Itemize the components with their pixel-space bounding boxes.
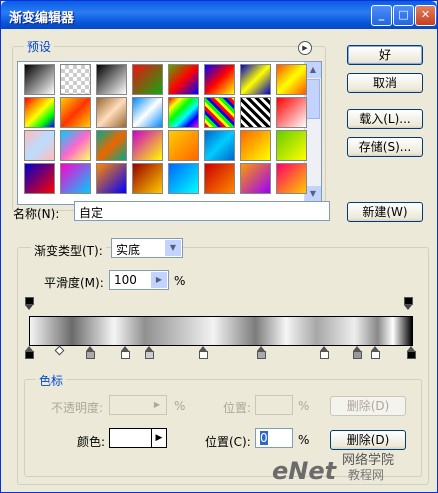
preset-swatch[interactable] [96,130,127,161]
smoothness-value: 100 [114,273,137,287]
cancel-button[interactable]: 取消 [347,73,423,93]
color-stop[interactable] [199,346,208,360]
gradient-preview-bar[interactable] [29,316,413,346]
preset-swatch[interactable] [60,64,91,95]
opacity-location-unit: % [298,399,310,413]
maximize-button[interactable]: □ [393,5,414,26]
scroll-up-icon[interactable]: ▲ [305,62,321,78]
preset-swatch[interactable] [204,64,235,95]
preset-swatch[interactable] [96,163,127,194]
delete-opacity-stop-button: 删除(D) [330,396,406,416]
preset-swatch[interactable] [204,97,235,128]
opacity-unit: % [174,399,186,413]
smoothness-slider-icon[interactable]: ▶ [151,272,167,288]
preset-swatch[interactable] [240,130,271,161]
color-stop[interactable] [407,346,416,360]
preset-swatch[interactable] [60,130,91,161]
preset-swatch[interactable] [96,97,127,128]
scroll-down-icon[interactable]: ▼ [305,186,321,202]
preset-swatch[interactable] [96,64,127,95]
presets-legend: 预设 [24,38,55,55]
close-button[interactable]: ✕ [415,5,436,26]
color-stop[interactable] [257,346,266,360]
preset-swatch[interactable] [168,163,199,194]
color-label: 颜色: [77,435,106,449]
window-title: 渐变编辑器 [9,11,75,26]
smoothness-label: 平滑度(M): [44,276,104,290]
preset-swatches: ▲ ▼ [17,61,322,205]
gradient-type-select[interactable]: 实底 ▼ [111,238,183,258]
name-input[interactable]: 自定 [74,201,330,221]
preset-swatch[interactable] [132,163,163,194]
location-unit: % [298,433,310,447]
opacity-stop-right[interactable] [404,297,413,311]
color-stop[interactable] [25,346,34,360]
ok-button[interactable]: 好 [347,45,423,65]
preset-swatch[interactable] [240,64,271,95]
name-label: 名称(N): [13,207,60,221]
preset-swatch[interactable] [24,97,55,128]
preset-swatch[interactable] [168,64,199,95]
presets-menu-icon[interactable]: ▶ [298,41,312,55]
opacity-location-input [255,395,293,415]
preset-swatch[interactable] [204,130,235,161]
preset-swatch[interactable] [168,97,199,128]
preset-swatch[interactable] [132,97,163,128]
preset-swatch[interactable] [60,97,91,128]
gradient-editor-window: 渐变编辑器 _ □ ✕ 预设 ▶ ▲ ▼ 好 取消 载入(L)... 存储(S)… [0,0,438,493]
chevron-down-icon[interactable]: ▼ [165,240,181,256]
preset-swatch[interactable] [276,130,307,161]
stops-legend: 色标 [36,372,67,389]
opacity-location-label: 位置: [223,401,252,415]
delete-color-stop-button[interactable]: 删除(D) [330,430,406,450]
preset-swatch[interactable] [60,163,91,194]
color-stop[interactable] [145,346,154,360]
preset-swatch[interactable] [276,97,307,128]
preset-swatch[interactable] [24,64,55,95]
opacity-stop-left[interactable] [25,297,34,311]
preset-swatch[interactable] [132,64,163,95]
scroll-thumb[interactable] [306,79,320,119]
watermark-subtext: 教程网 [348,468,385,482]
location-value: 0 [260,431,268,445]
preset-swatch[interactable] [204,163,235,194]
smoothness-unit: % [174,274,186,288]
preset-swatch[interactable] [276,64,307,95]
location-input[interactable]: 0 [255,428,293,448]
preset-swatch[interactable] [132,130,163,161]
preset-swatch[interactable] [24,130,55,161]
opacity-label: 不透明度: [51,401,104,415]
opacity-input: ▶ [109,395,167,415]
load-button[interactable]: 载入(L)... [347,109,423,129]
new-button[interactable]: 新建(W) [347,202,423,222]
preset-swatch[interactable] [276,163,307,194]
preset-swatch[interactable] [24,163,55,194]
minimize-button[interactable]: _ [371,5,392,26]
color-swatch[interactable]: ▶ [109,428,167,448]
color-stop[interactable] [121,346,130,360]
color-menu-icon[interactable]: ▶ [151,429,166,447]
preset-swatch[interactable] [168,130,199,161]
save-button[interactable]: 存储(S)... [347,137,423,157]
opacity-slider-icon: ▶ [153,400,161,409]
color-stop[interactable] [353,346,362,360]
color-stop[interactable] [320,346,329,360]
watermark: eNet 网络学院 教程网 [272,449,434,489]
smoothness-input[interactable]: 100 ▶ [109,270,169,290]
gradient-type-value: 实底 [116,243,141,257]
color-stop[interactable] [371,346,380,360]
location-label: 位置(C): [205,435,251,449]
title-bar[interactable]: 渐变编辑器 _ □ ✕ [1,1,437,29]
dialog-body: 预设 ▶ ▲ ▼ 好 取消 载入(L)... 存储(S)... 名称(N): 自… [4,29,434,489]
preset-swatch[interactable] [240,163,271,194]
color-stop[interactable] [86,346,95,360]
watermark-logo: eNet [272,457,337,485]
gradient-type-label: 渐变类型(T): [31,242,106,259]
preset-swatch[interactable] [240,97,271,128]
